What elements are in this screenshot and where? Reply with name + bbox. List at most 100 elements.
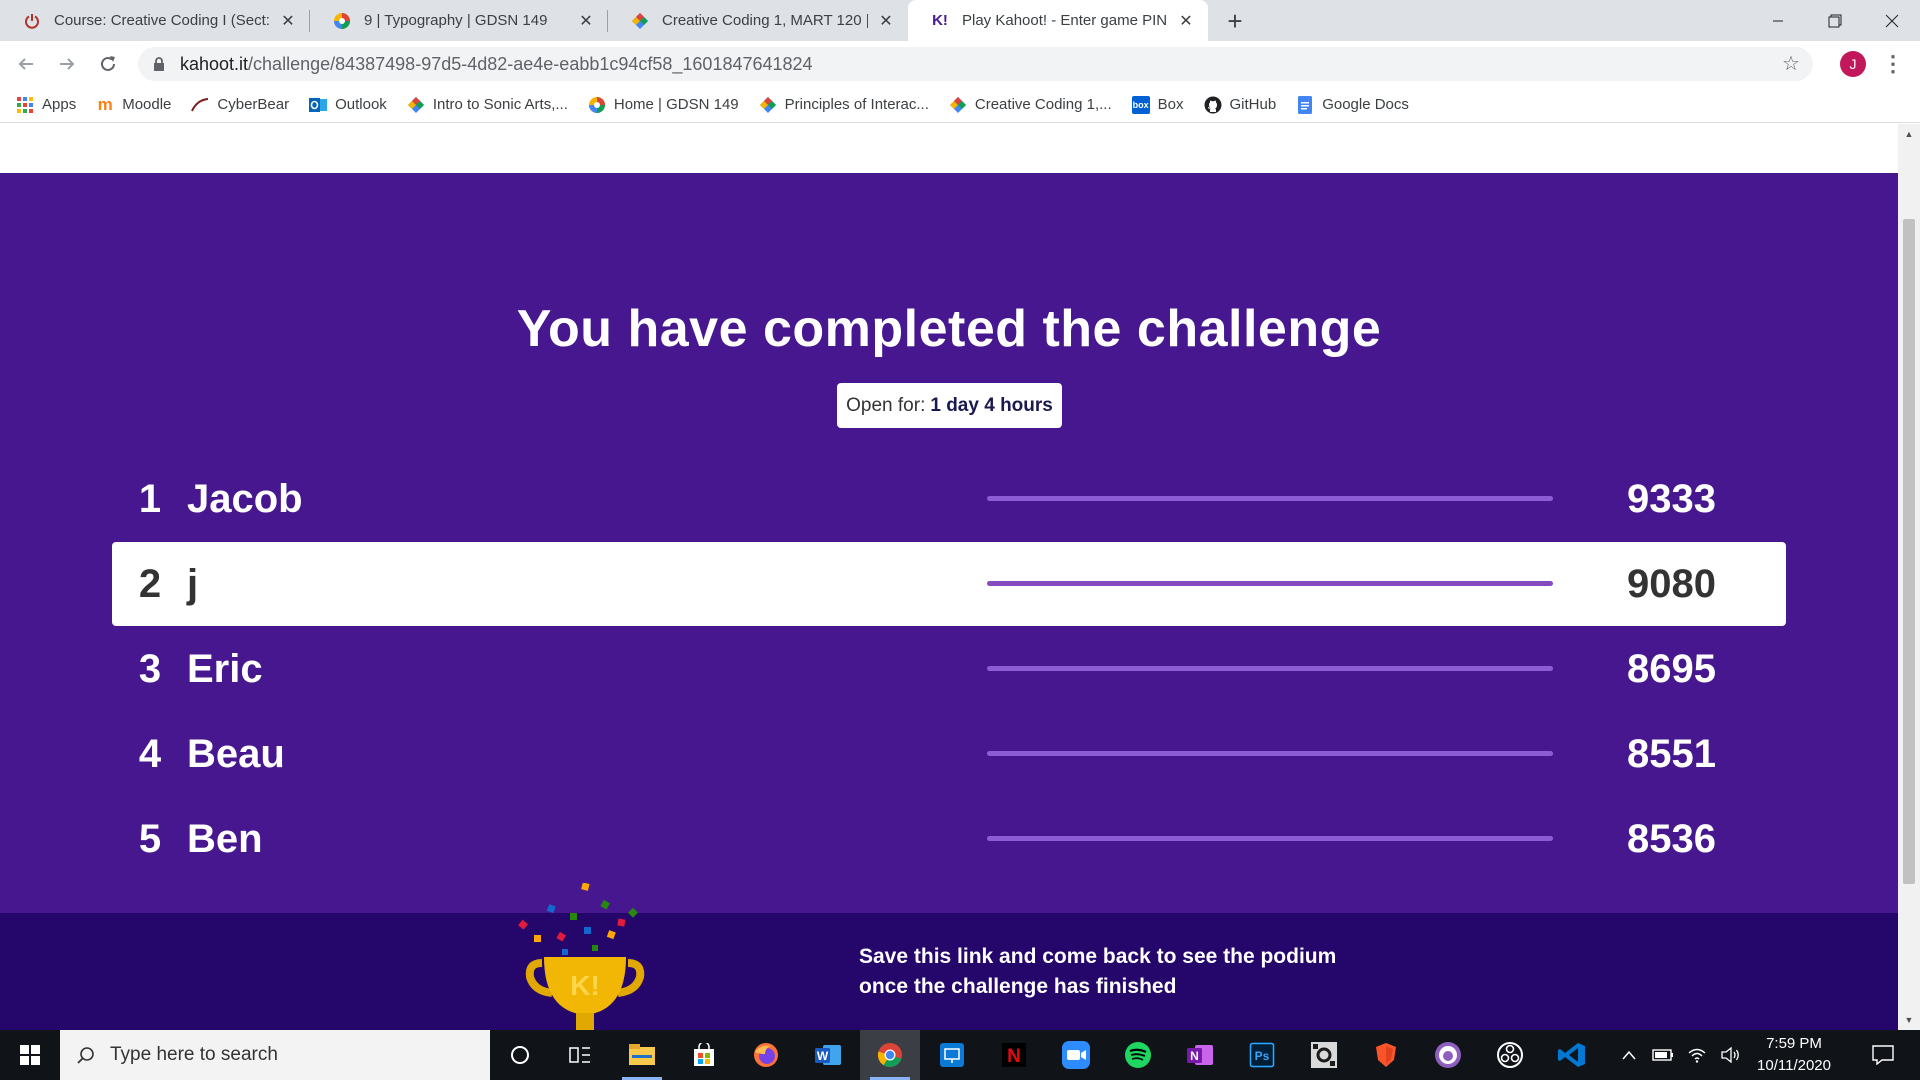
score-bar-fill: [987, 496, 1553, 501]
player-score: 9080: [1627, 561, 1716, 606]
github-icon: [1204, 96, 1222, 114]
score-bar-fill: [987, 751, 1553, 756]
bookmarks-bar: Apps m Moodle CyberBear Outlook Intro to…: [0, 87, 1920, 123]
url-text: kahoot.it/challenge/84387498-97d5-4d82-a…: [180, 53, 813, 74]
vscode-icon[interactable]: [1542, 1030, 1602, 1080]
spotify-icon[interactable]: [1108, 1030, 1168, 1080]
forward-button[interactable]: [51, 48, 83, 80]
new-tab-button[interactable]: +: [1219, 5, 1251, 37]
address-bar[interactable]: kahoot.it/challenge/84387498-97d5-4d82-a…: [138, 47, 1813, 81]
close-icon[interactable]: ✕: [876, 11, 896, 31]
scrollbar-thumb[interactable]: [1903, 219, 1915, 884]
notification-center-icon[interactable]: [1858, 1030, 1908, 1080]
bookmark-label: GitHub: [1229, 96, 1277, 113]
taskbar-clock[interactable]: 7:59 PM 10/11/2020: [1752, 1030, 1836, 1080]
obs-icon[interactable]: [1480, 1030, 1540, 1080]
cortana-icon[interactable]: [490, 1030, 550, 1080]
task-view-icon[interactable]: [550, 1030, 610, 1080]
player-name: Eric: [187, 646, 263, 691]
rank-number: 2: [138, 561, 162, 606]
player-name: j: [187, 561, 199, 606]
open-for-badge: Open for: 1 day 4 hours: [837, 383, 1062, 428]
profile-avatar[interactable]: J: [1840, 51, 1866, 77]
bookmark-star-icon[interactable]: ☆: [1781, 54, 1801, 74]
clock-time: 7:59 PM: [1766, 1035, 1822, 1052]
svg-text:N: N: [1007, 1046, 1021, 1067]
onenote-icon[interactable]: N: [1170, 1030, 1230, 1080]
score-bar: [987, 581, 1553, 586]
page-scrollbar[interactable]: ▲ ▼: [1898, 124, 1920, 1030]
leaderboard-row: 3 Eric 8695: [112, 627, 1786, 711]
page-title: You have completed the challenge: [516, 300, 1382, 358]
scroll-up-arrow-icon[interactable]: ▲: [1903, 128, 1915, 140]
player-score: 8536: [1627, 816, 1716, 861]
brave-icon[interactable]: [1356, 1030, 1416, 1080]
wifi-icon[interactable]: [1680, 1030, 1714, 1080]
bookmark-box[interactable]: box Box: [1131, 95, 1184, 114]
battery-icon[interactable]: [1646, 1030, 1680, 1080]
score-bar: [987, 496, 1553, 501]
bookmark-github[interactable]: GitHub: [1204, 96, 1277, 114]
player-score: 8551: [1627, 731, 1716, 776]
clock-date: 10/11/2020: [1757, 1057, 1831, 1074]
lock-icon[interactable]: [152, 57, 166, 71]
minimize-button[interactable]: [1749, 0, 1806, 41]
search-icon: [76, 1045, 96, 1065]
tab-course-creative-coding[interactable]: Course: Creative Coding I (Sect: 5 ✕: [0, 0, 310, 41]
kahoot-icon: K!: [932, 12, 948, 29]
moodle-icon: m: [97, 94, 113, 114]
bookmark-intro-sonic-arts[interactable]: Intro to Sonic Arts,...: [407, 96, 568, 114]
save-link-message: Save this link and come back to see the …: [859, 945, 1337, 998]
taskbar-search-input[interactable]: Type here to search: [60, 1030, 490, 1080]
leaderboard-row: 5 Ben 8536: [112, 797, 1786, 881]
processing-icon[interactable]: [1294, 1030, 1354, 1080]
tab-typography[interactable]: 9 | Typography | GDSN 149 ✕: [310, 0, 608, 41]
close-icon[interactable]: ✕: [278, 11, 298, 31]
tab-kahoot[interactable]: K! Play Kahoot! - Enter game PIN he ✕: [908, 0, 1208, 41]
tab-creative-coding-mart[interactable]: Creative Coding 1, MART 120 | H ✕: [608, 0, 908, 41]
pinwheel-icon: [332, 11, 352, 31]
bookmark-outlook[interactable]: Outlook: [309, 96, 387, 114]
cyberbear-icon: [191, 96, 209, 114]
reload-button[interactable]: [92, 48, 124, 80]
bookmark-principles-interaction[interactable]: Principles of Interac...: [759, 96, 929, 114]
volume-icon[interactable]: [1714, 1030, 1748, 1080]
leaderboard-row: 1 Jacob 9333: [112, 457, 1786, 541]
bookmark-google-docs[interactable]: Google Docs: [1296, 95, 1409, 114]
menu-kebab-icon[interactable]: ⋮: [1882, 49, 1904, 79]
store-icon[interactable]: [674, 1030, 734, 1080]
bookmark-cyberbear[interactable]: CyberBear: [191, 96, 289, 114]
pinwheel-icon: [588, 96, 606, 114]
bookmark-label: Home | GDSN 149: [613, 96, 739, 113]
github-desktop-icon[interactable]: [1418, 1030, 1478, 1080]
photoshop-icon[interactable]: Ps: [1232, 1030, 1292, 1080]
close-icon[interactable]: ✕: [576, 11, 596, 31]
file-explorer-icon[interactable]: [612, 1030, 672, 1080]
firefox-icon[interactable]: [736, 1030, 796, 1080]
bookmark-label: Apps: [42, 96, 77, 113]
bookmark-moodle[interactable]: m Moodle: [96, 94, 172, 114]
show-hidden-icons-chevron-icon[interactable]: [1612, 1030, 1646, 1080]
close-window-button[interactable]: [1863, 0, 1920, 41]
restore-button[interactable]: [1806, 0, 1863, 41]
score-bar: [987, 751, 1553, 756]
network-app-icon[interactable]: [922, 1030, 982, 1080]
bookmark-home-gdsn[interactable]: Home | GDSN 149: [588, 96, 739, 114]
word-icon[interactable]: W: [798, 1030, 858, 1080]
bookmark-apps[interactable]: Apps: [16, 96, 76, 114]
close-icon[interactable]: ✕: [1176, 11, 1196, 31]
svg-text:N: N: [1190, 1049, 1199, 1063]
browser-toolbar: kahoot.it/challenge/84387498-97d5-4d82-a…: [0, 41, 1920, 87]
search-placeholder: Type here to search: [110, 1044, 278, 1065]
svg-text:Ps: Ps: [1255, 1049, 1270, 1063]
score-bar-fill: [987, 836, 1553, 841]
bookmark-creative-coding[interactable]: Creative Coding 1,...: [949, 96, 1112, 114]
bookmark-label: CyberBear: [217, 96, 290, 113]
netflix-icon[interactable]: N: [984, 1030, 1044, 1080]
back-button[interactable]: [10, 48, 42, 80]
windows-start-button[interactable]: [0, 1030, 60, 1080]
zoom-icon[interactable]: [1046, 1030, 1106, 1080]
scroll-down-arrow-icon[interactable]: ▼: [1903, 1014, 1915, 1026]
apps-grid-icon: [16, 96, 34, 114]
chrome-icon[interactable]: [860, 1030, 920, 1080]
